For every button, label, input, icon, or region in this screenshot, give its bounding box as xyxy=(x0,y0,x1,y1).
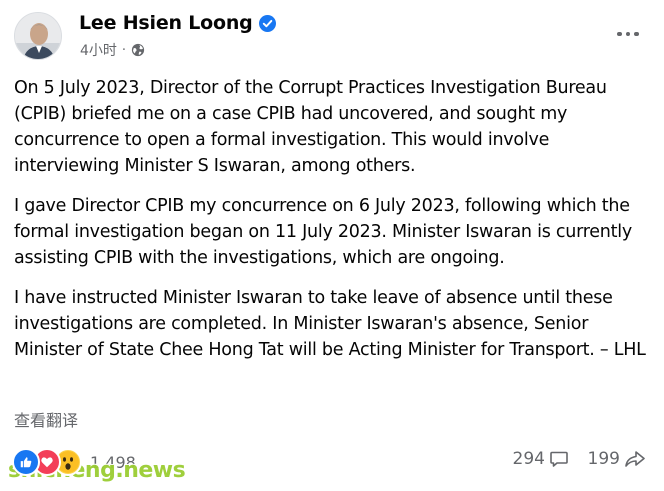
share-icon xyxy=(625,451,645,467)
post-paragraph: I have instructed Minister Iswaran to ta… xyxy=(14,288,646,360)
post-text: On 5 July 2023, Director of the Corrupt … xyxy=(14,75,650,377)
more-options-icon[interactable] xyxy=(614,24,642,44)
shares-button[interactable]: 199 xyxy=(588,449,646,469)
post-timestamp[interactable]: 4小时 xyxy=(80,40,117,60)
post-paragraph: On 5 July 2023, Director of the Corrupt … xyxy=(14,78,607,176)
more-dot xyxy=(625,31,631,37)
author-row: Lee Hsien Loong xyxy=(79,12,276,34)
avatar-image xyxy=(15,13,61,59)
globe-icon[interactable] xyxy=(131,43,145,57)
comments-button[interactable]: 294 xyxy=(513,449,569,469)
comment-icon xyxy=(550,451,568,467)
verified-badge-icon xyxy=(258,14,276,32)
more-dot xyxy=(617,31,622,37)
shares-count: 199 xyxy=(587,449,620,469)
post-meta: 4小时 · xyxy=(80,40,145,60)
meta-separator: · xyxy=(121,42,127,58)
author-avatar[interactable] xyxy=(14,12,62,60)
comments-count: 294 xyxy=(512,449,545,469)
see-translation-link[interactable]: 查看翻译 xyxy=(14,407,78,431)
like-icon xyxy=(12,448,40,476)
post-paragraph: I gave Director CPIB my concurrence on 6… xyxy=(14,196,632,268)
author-name[interactable]: Lee Hsien Loong xyxy=(79,12,253,34)
more-dot xyxy=(634,31,639,37)
